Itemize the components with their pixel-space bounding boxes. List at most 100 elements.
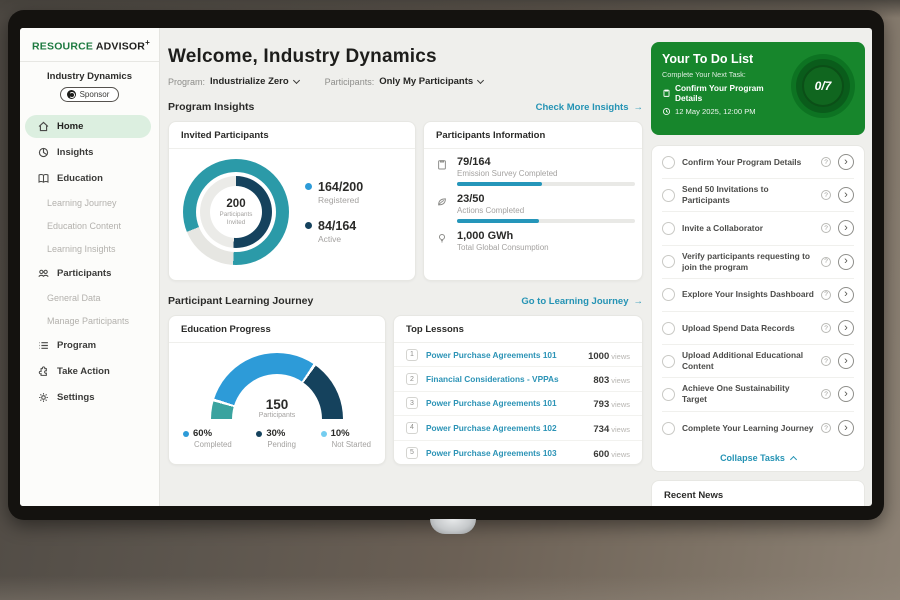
task-checkbox[interactable] — [662, 156, 675, 169]
legend-item-active: 84/164 Active — [305, 219, 363, 244]
sidebar-item-label: Home — [57, 121, 83, 132]
help-icon[interactable]: ? — [821, 257, 831, 267]
task-checkbox[interactable] — [662, 322, 675, 335]
progress-track — [457, 182, 635, 186]
sidebar-item-program[interactable]: Program — [25, 334, 151, 357]
sidebar-item-manage-participants[interactable]: Manage Participants — [20, 311, 159, 331]
lesson-link[interactable]: Power Purchase Agreements 103 — [426, 448, 585, 458]
lesson-row: 5 Power Purchase Agreements 103 600views — [394, 441, 642, 465]
lesson-link[interactable]: Financial Considerations - VPPAs — [426, 374, 585, 384]
top-lessons-card: Top Lessons 1 Power Purchase Agreements … — [393, 315, 643, 465]
todo-next-task: Confirm Your Program Details — [675, 83, 791, 103]
legend-item-completed: 60% Completed — [183, 428, 232, 449]
chevron-right-icon[interactable]: › — [838, 187, 854, 203]
task-row[interactable]: Verify participants requesting to join t… — [662, 246, 854, 279]
lesson-link[interactable]: Power Purchase Agreements 101 — [426, 350, 580, 360]
lesson-views-unit: views — [611, 400, 630, 409]
task-checkbox[interactable] — [662, 255, 675, 268]
sidebar-item-education-content[interactable]: Education Content — [20, 216, 159, 236]
chevron-down-icon — [477, 76, 484, 83]
gauge-center-value: 150 — [211, 397, 343, 412]
help-icon[interactable]: ? — [821, 389, 831, 399]
help-icon[interactable]: ? — [821, 423, 831, 433]
task-checkbox[interactable] — [662, 355, 675, 368]
chevron-right-icon[interactable]: › — [838, 254, 854, 270]
education-legend: 60% Completed 30% Pending 10% Not Starte… — [169, 419, 385, 449]
task-label: Achieve One Sustainability Target — [682, 383, 814, 405]
task-row[interactable]: Achieve One Sustainability Target ? › — [662, 378, 854, 411]
lesson-row: 4 Power Purchase Agreements 102 734views — [394, 416, 642, 440]
legend-item-registered: 164/200 Registered — [305, 180, 363, 205]
program-dropdown[interactable]: Program: Industrialize Zero — [168, 76, 299, 87]
stat-value: 79/164 — [457, 156, 635, 168]
task-row[interactable]: Confirm Your Program Details ? › — [662, 146, 854, 179]
sidebar-item-take-action[interactable]: Take Action — [25, 360, 151, 383]
legend-label: Completed — [194, 440, 232, 449]
sidebar-item-label: Take Action — [57, 366, 110, 377]
task-row[interactable]: Explore Your Insights Dashboard ? › — [662, 279, 854, 312]
sidebar-item-label: Education — [57, 173, 103, 184]
lesson-link[interactable]: Power Purchase Agreements 101 — [426, 398, 585, 408]
task-label: Complete Your Learning Journey — [682, 423, 814, 434]
chevron-right-icon[interactable]: › — [838, 287, 854, 303]
help-icon[interactable]: ? — [821, 190, 831, 200]
lesson-link[interactable]: Power Purchase Agreements 102 — [426, 423, 585, 433]
participants-dropdown[interactable]: Participants: Only My Participants — [325, 76, 484, 87]
learning-journey-header: Participant Learning Journey Go to Learn… — [168, 295, 643, 307]
task-label: Invite a Collaborator — [682, 223, 814, 234]
legend-label: Not Started — [332, 440, 371, 449]
todo-header-card: Your To Do List Complete Your Next Task:… — [651, 42, 865, 135]
sidebar-item-label: Settings — [57, 392, 94, 403]
chevron-right-icon[interactable]: › — [838, 353, 854, 369]
invited-donut-chart: 200 Participants Invited — [183, 159, 289, 265]
legend-item-pending: 30% Pending — [256, 428, 296, 449]
gauge-center-label: Participants — [211, 412, 343, 419]
go-to-learning-journey-link[interactable]: Go to Learning Journey → — [521, 296, 643, 307]
donut-center: 200 Participants Invited — [210, 186, 262, 238]
sidebar-item-home[interactable]: Home — [25, 115, 151, 138]
task-label: Upload Additional Educational Content — [682, 350, 814, 372]
link-label: Go to Learning Journey — [521, 296, 628, 307]
settings-icon — [37, 391, 50, 404]
task-row[interactable]: Send 50 Invitations to Participants ? › — [662, 179, 854, 212]
chevron-right-icon[interactable]: › — [838, 320, 854, 336]
sidebar-item-general-data[interactable]: General Data — [20, 288, 159, 308]
sidebar-item-settings[interactable]: Settings — [25, 386, 151, 409]
legend-dot — [256, 431, 262, 437]
task-checkbox[interactable] — [662, 189, 675, 202]
help-icon[interactable]: ? — [821, 223, 831, 233]
task-label: Upload Spend Data Records — [682, 323, 814, 334]
chevron-right-icon[interactable]: › — [838, 420, 854, 436]
education-gauge-chart: 150 Participants — [211, 353, 343, 419]
check-more-insights-link[interactable]: Check More Insights → — [536, 102, 643, 113]
sidebar-item-insights[interactable]: Insights — [25, 141, 151, 164]
task-row[interactable]: Complete Your Learning Journey ? › — [662, 412, 854, 445]
monitor-stand — [430, 519, 476, 534]
chevron-right-icon[interactable]: › — [838, 220, 854, 236]
lesson-views: 803 — [593, 375, 609, 386]
sponsor-badge-label: Sponsor — [80, 90, 110, 99]
task-checkbox[interactable] — [662, 422, 675, 435]
help-icon[interactable]: ? — [821, 356, 831, 366]
sidebar-item-learning-insights[interactable]: Learning Insights — [20, 239, 159, 259]
sidebar-item-learning-journey[interactable]: Learning Journey — [20, 193, 159, 213]
task-row[interactable]: Upload Spend Data Records ? › — [662, 312, 854, 345]
collapse-tasks-link[interactable]: Collapse Tasks — [662, 445, 854, 471]
task-checkbox[interactable] — [662, 222, 675, 235]
lesson-rank: 2 — [406, 373, 418, 385]
sidebar-item-participants[interactable]: Participants — [25, 262, 151, 285]
chevron-right-icon[interactable]: › — [838, 386, 854, 402]
task-row[interactable]: Upload Additional Educational Content ? … — [662, 345, 854, 378]
clock-icon — [662, 107, 671, 116]
task-checkbox[interactable] — [662, 288, 675, 301]
help-icon[interactable]: ? — [821, 323, 831, 333]
help-icon[interactable]: ? — [821, 157, 831, 167]
help-icon[interactable]: ? — [821, 290, 831, 300]
sidebar-item-education[interactable]: Education — [25, 167, 151, 190]
task-checkbox[interactable] — [662, 388, 675, 401]
stat-label: Total Global Consumption — [457, 243, 549, 252]
logo-advisor: ADVISOR — [96, 41, 145, 53]
chevron-right-icon[interactable]: › — [838, 154, 854, 170]
task-row[interactable]: Invite a Collaborator ? › — [662, 212, 854, 245]
lesson-views: 734 — [593, 424, 609, 435]
